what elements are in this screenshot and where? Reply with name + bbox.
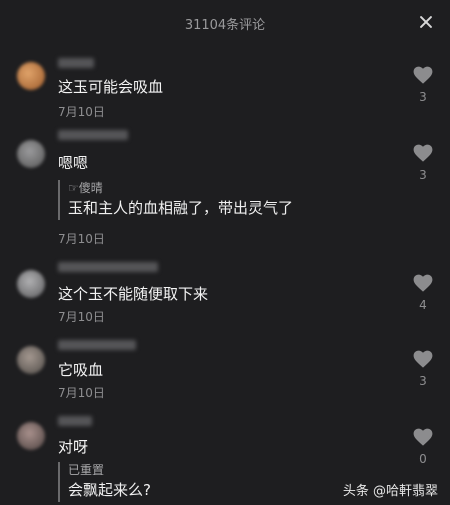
- avatar[interactable]: [17, 346, 45, 374]
- username[interactable]: [58, 340, 136, 350]
- like-count: 3: [419, 374, 427, 388]
- username[interactable]: [58, 262, 158, 272]
- avatar[interactable]: [17, 422, 45, 450]
- username[interactable]: [58, 130, 128, 140]
- comment-text: 对呀: [58, 438, 89, 456]
- like-button[interactable]: 3: [410, 350, 436, 388]
- comment-text: 这个玉不能随便取下来: [58, 285, 209, 303]
- heart-icon[interactable]: [413, 350, 433, 368]
- avatar[interactable]: [17, 62, 45, 90]
- comment-text: 嗯嗯: [58, 154, 89, 172]
- username[interactable]: [58, 58, 94, 68]
- comment-count-title: 31104条评论: [184, 18, 266, 33]
- quoted-reply: ☞傻晴 玉和主人的血相融了，带出灵气了: [58, 180, 293, 220]
- reply-text: 会飘起来么?: [68, 481, 151, 499]
- username[interactable]: [58, 416, 92, 426]
- like-button[interactable]: 3: [410, 144, 436, 182]
- reply-username[interactable]: 已重置: [68, 462, 151, 478]
- like-button[interactable]: 3: [410, 66, 436, 104]
- watermark: 头条 @哈軒翡翠: [342, 484, 438, 499]
- quoted-reply: 已重置 会飘起来么?: [58, 462, 151, 502]
- comment-date: 7月10日: [58, 386, 105, 400]
- comment-text: 这玉可能会吸血: [58, 78, 164, 96]
- like-count: 4: [419, 298, 427, 312]
- heart-icon[interactable]: [413, 428, 433, 446]
- like-count: 0: [419, 452, 427, 466]
- close-icon[interactable]: [416, 12, 436, 32]
- avatar[interactable]: [17, 140, 45, 168]
- like-count: 3: [419, 168, 427, 182]
- avatar[interactable]: [17, 270, 45, 298]
- reply-text: 玉和主人的血相融了，带出灵气了: [68, 199, 294, 217]
- comment-text: 它吸血: [58, 361, 104, 379]
- heart-icon[interactable]: [413, 144, 433, 162]
- comment-date: 7月10日: [58, 232, 105, 246]
- heart-icon[interactable]: [413, 66, 433, 84]
- comment-date: 7月10日: [58, 105, 105, 119]
- comments-header: 31104条评论: [0, 0, 450, 44]
- like-button[interactable]: 4: [410, 274, 436, 312]
- like-button[interactable]: 0: [410, 428, 436, 466]
- reply-username[interactable]: ☞傻晴: [68, 180, 293, 196]
- heart-icon[interactable]: [413, 274, 433, 292]
- comment-date: 7月10日: [58, 310, 105, 324]
- like-count: 3: [419, 90, 427, 104]
